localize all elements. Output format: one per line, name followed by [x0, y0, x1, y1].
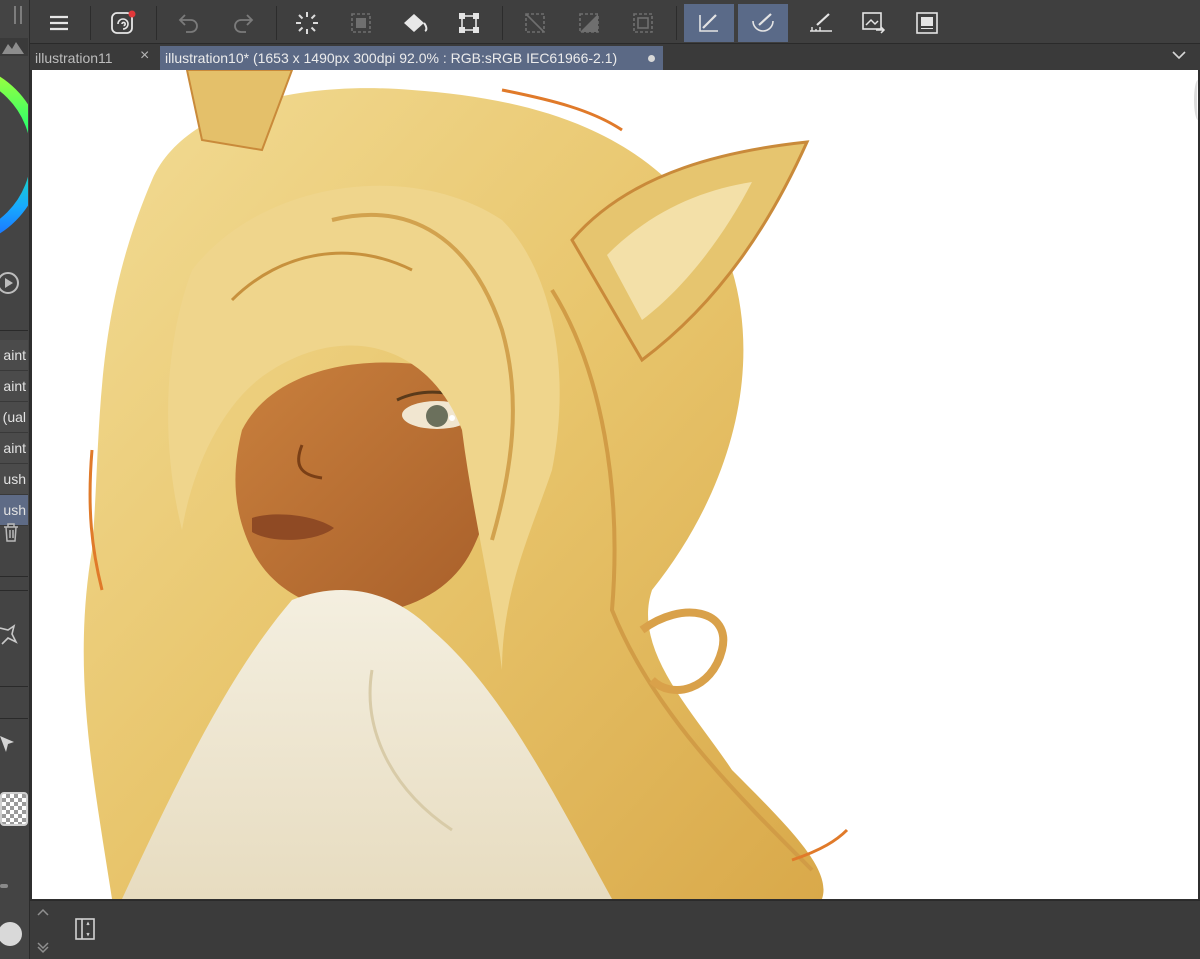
- redo-icon[interactable]: [218, 4, 268, 42]
- transparency-swatch[interactable]: [0, 792, 28, 826]
- snap-brush-icon[interactable]: [738, 4, 788, 42]
- brush-item[interactable]: aint: [0, 433, 28, 464]
- brush-item[interactable]: aint: [0, 340, 28, 371]
- scroll-arrows-icon[interactable]: [36, 905, 50, 955]
- vector-eraser-icon[interactable]: [684, 4, 734, 42]
- chevron-down-icon[interactable]: [1172, 50, 1186, 60]
- scroll-edge: [1194, 80, 1200, 120]
- divider: [90, 6, 91, 40]
- fill-icon[interactable]: [390, 4, 440, 42]
- document-tabs: illustration11 × illustration10* (1653 x…: [30, 44, 1200, 70]
- loading-icon[interactable]: [282, 4, 332, 42]
- clear-selection-icon[interactable]: [510, 4, 560, 42]
- select-invert-icon[interactable]: [564, 4, 614, 42]
- panel-grip[interactable]: [14, 6, 22, 24]
- canvas-area[interactable]: [30, 70, 1200, 900]
- artwork-illustration: [83, 70, 849, 899]
- selection-border-icon[interactable]: [618, 4, 668, 42]
- transform-icon[interactable]: [444, 4, 494, 42]
- app-window: aint aint ual) aint ush ush illustration…: [0, 0, 1200, 959]
- divider: [156, 6, 157, 40]
- undo-icon[interactable]: [164, 4, 214, 42]
- page-manager-icon[interactable]: [74, 917, 96, 941]
- bottom-bar: [30, 900, 1200, 959]
- divider: [0, 330, 28, 331]
- ruler-icon[interactable]: [796, 4, 846, 42]
- brush-item[interactable]: ush: [0, 464, 28, 495]
- divider: [0, 576, 28, 577]
- tab-illustration11[interactable]: illustration11: [30, 46, 156, 70]
- divider: [0, 718, 28, 719]
- brush-size-dot[interactable]: [0, 922, 22, 946]
- close-icon[interactable]: ×: [140, 47, 149, 65]
- ribbon-icon[interactable]: [0, 624, 20, 648]
- tab-label: illustration10* (1653 x 1490px 300dpi 92…: [165, 50, 618, 66]
- brush-item[interactable]: aint: [0, 371, 28, 402]
- brush-item[interactable]: ual): [0, 402, 28, 433]
- navigator-icon[interactable]: [0, 38, 28, 56]
- divider: [276, 6, 277, 40]
- color-wheel[interactable]: [0, 62, 34, 248]
- left-panel: aint aint ual) aint ush ush: [0, 0, 30, 959]
- unsaved-dot-icon[interactable]: [648, 55, 655, 62]
- brush-list: aint aint ual) aint ush ush: [0, 340, 28, 526]
- trash-icon[interactable]: [2, 522, 20, 542]
- object-select-icon[interactable]: [0, 732, 20, 754]
- command-bar: [30, 0, 1200, 44]
- clip-studio-icon[interactable]: [98, 4, 148, 42]
- menu-icon[interactable]: [34, 4, 84, 42]
- divider: [0, 590, 28, 591]
- divider: [0, 686, 28, 687]
- layer-icon[interactable]: [902, 4, 952, 42]
- tab-label: illustration11: [35, 50, 113, 66]
- divider: [676, 6, 677, 40]
- drawing-canvas[interactable]: [32, 70, 1198, 899]
- export-icon[interactable]: [848, 4, 898, 42]
- select-layer-icon[interactable]: [336, 4, 386, 42]
- slider-mark: [0, 884, 8, 888]
- tab-illustration10[interactable]: illustration10* (1653 x 1490px 300dpi 92…: [160, 46, 663, 70]
- divider: [502, 6, 503, 40]
- play-icon[interactable]: [0, 272, 19, 294]
